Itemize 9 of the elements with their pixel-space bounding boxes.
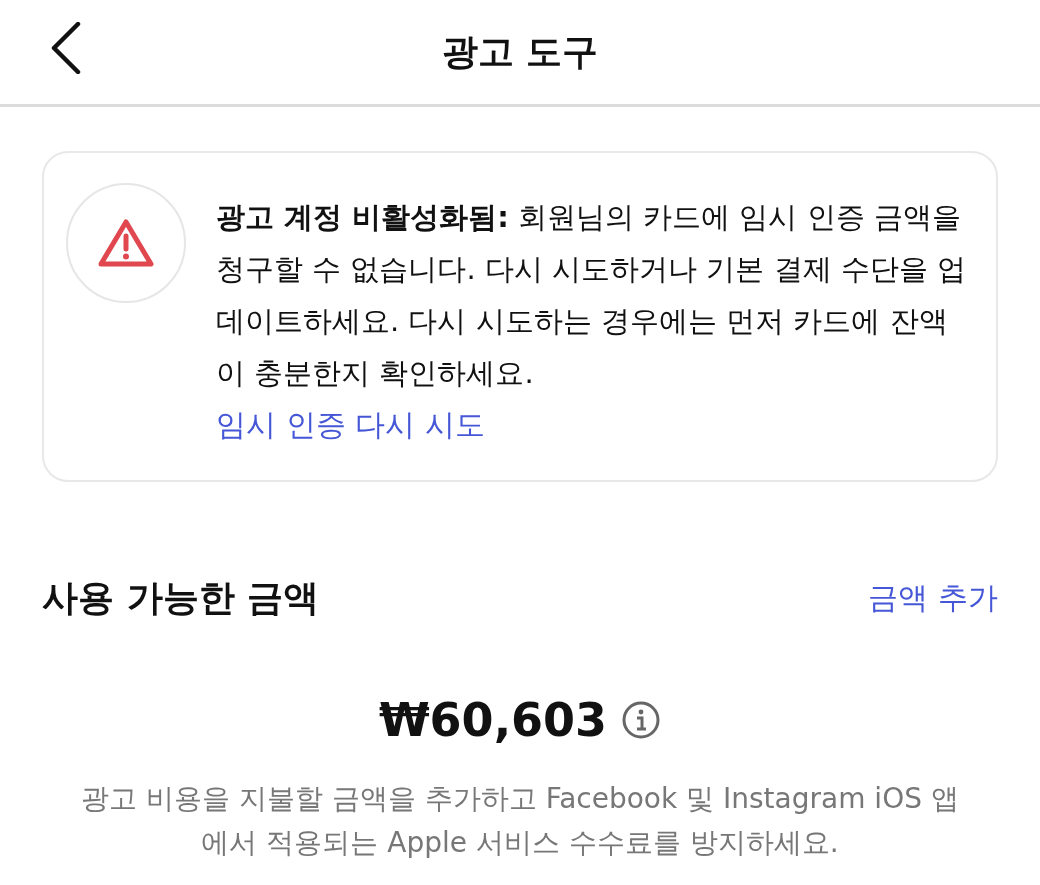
section-title: 사용 가능한 금액 (42, 576, 320, 620)
retry-link[interactable]: 임시 인증 다시 시도 (216, 405, 485, 446)
balance-amount: ₩60,603 (378, 693, 608, 747)
info-icon[interactable] (621, 700, 662, 740)
alert-message: 광고 계정 비활성화됨: 회원님의 카드에 임시 인증 금액을 청구할 수 없습니다. 다시 시도하거나 기본 결제 수단을 업데이트하세요. 다시 시도하는 경우에는 먼저 카드에 잔액이 충분한지 확인하세요. (216, 199, 966, 392)
page-title: 광고 도구 (441, 29, 599, 74)
balance-description: 광고 비용을 지불할 금액을 추가하고 Facebook 및 Instagram iOS 앱에서 적용되는 Apple 서비스 수수료를 방지하세요. (80, 781, 960, 861)
warning-icon (66, 183, 186, 303)
add-amount-link[interactable]: 금액 추가 (868, 578, 998, 619)
